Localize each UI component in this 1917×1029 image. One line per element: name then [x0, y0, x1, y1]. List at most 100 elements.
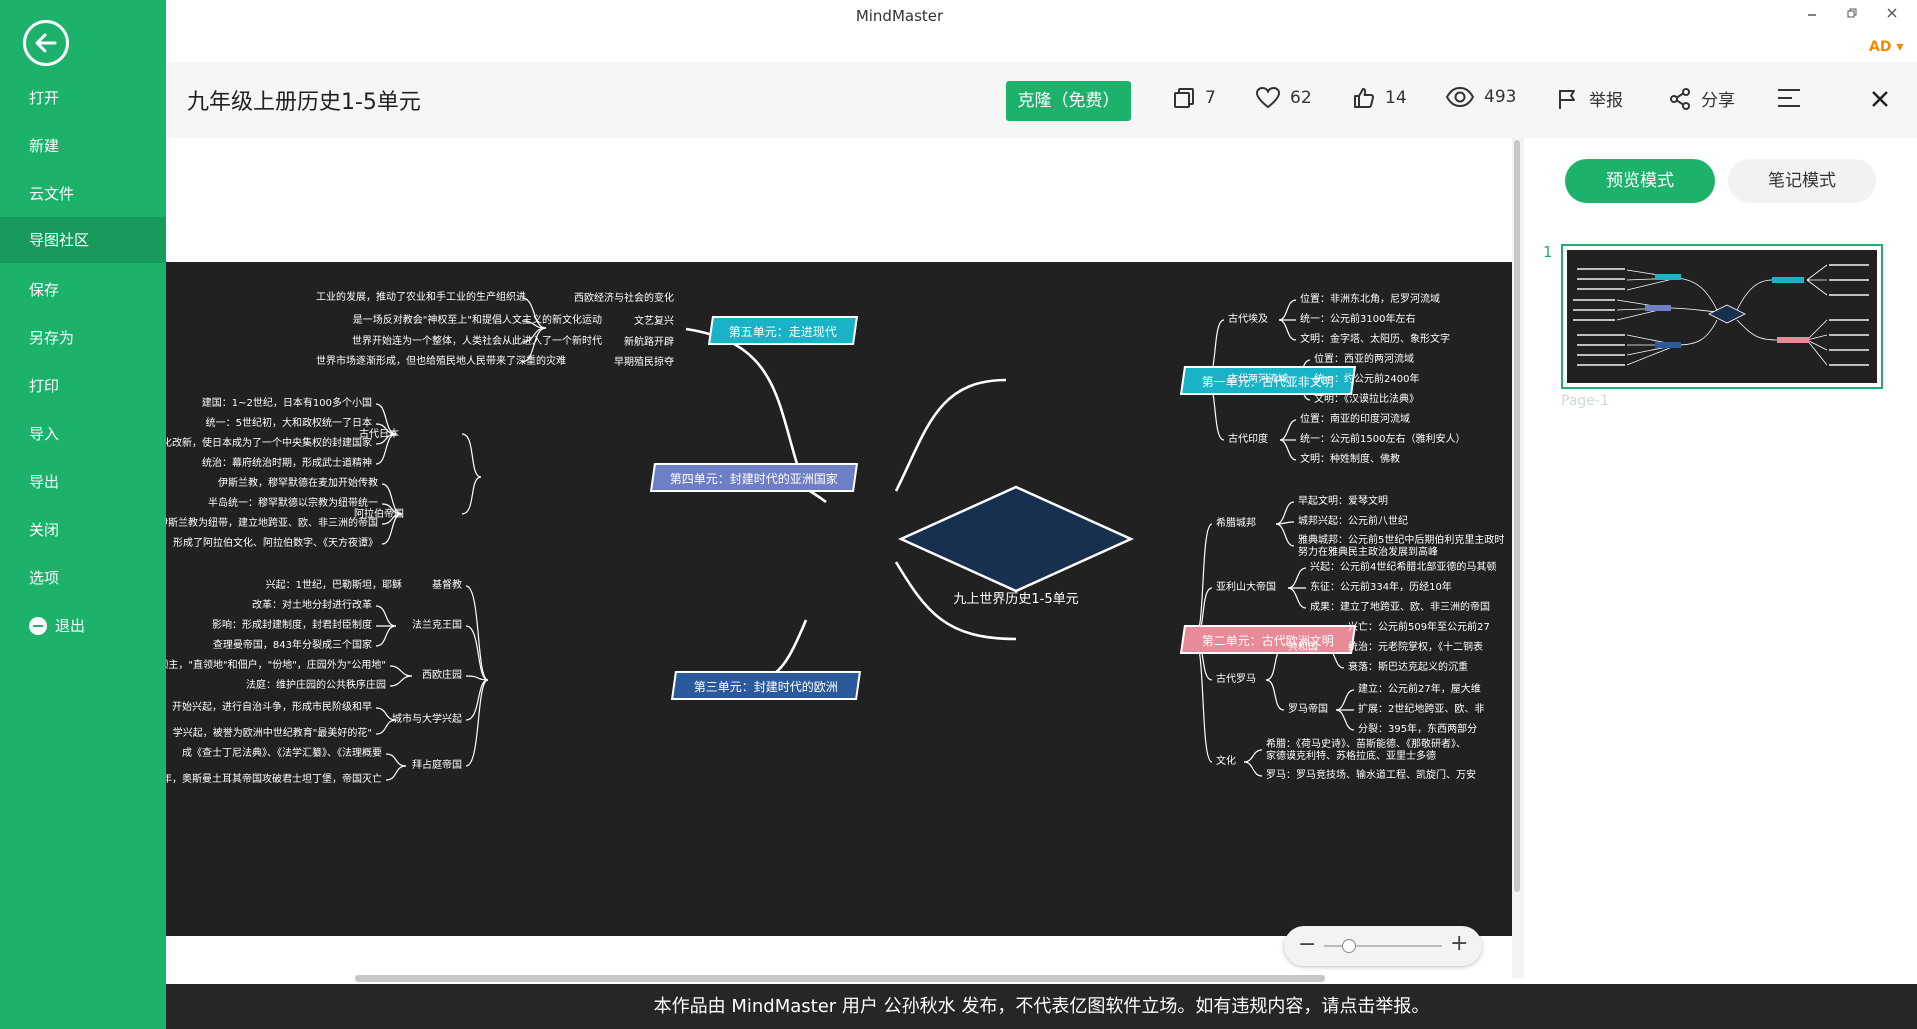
u3-byzantine-detail: 成《查士丁尼法典》、《法学汇纂》、《法理概要 — [182, 748, 382, 759]
page-thumbnail[interactable] — [1561, 244, 1883, 389]
likes-stat[interactable]: 14 — [1352, 86, 1407, 110]
views-stat[interactable]: 493 — [1445, 86, 1516, 108]
thumbs-up-icon — [1354, 88, 1375, 108]
window-close-button[interactable] — [1876, 4, 1908, 28]
ad-label: AD — [1869, 39, 1892, 55]
close-icon — [1872, 91, 1888, 107]
ad-badge[interactable]: AD ▾ — [1869, 39, 1903, 55]
restore-icon — [1847, 8, 1857, 18]
share-label: 分享 — [1701, 91, 1735, 111]
sidebar-item-export[interactable]: 导出 — [0, 459, 166, 505]
minimize-button[interactable] — [1796, 4, 1828, 28]
u1-india-detail: 统一：公元前1500左右（雅利安人） — [1300, 434, 1466, 445]
u4-arab-detail: 以伊斯兰教为纽带，建立地跨亚、欧、非三洲的帝国 — [166, 518, 378, 529]
views-count: 493 — [1484, 87, 1517, 107]
favorites-stat[interactable]: 62 — [1255, 86, 1312, 110]
u4-japan-detail: 统一：5世纪初，大和政权统一了日本 — [205, 418, 372, 429]
u5-colony-topic[interactable]: 早期殖民掠夺 — [614, 357, 674, 369]
sidebar: 打开 新建 云文件 导图社区 保存 另存为 打印 导入 导出 关闭 选项 退出 — [0, 0, 166, 1029]
center-topic[interactable]: 九上世界历史1-5单元 — [926, 588, 1106, 607]
u3-frank-topic[interactable]: 法兰克王国 — [412, 620, 462, 632]
u2-rome-topic[interactable]: 古代罗马 — [1216, 674, 1256, 686]
report-button[interactable]: 举报 — [1556, 86, 1623, 111]
unit4-topic[interactable]: 第四单元：封建时代的亚洲国家 — [649, 463, 859, 492]
u3-byzantine-topic[interactable]: 拜占庭帝国 — [412, 760, 462, 772]
close-document-button[interactable] — [1865, 84, 1895, 114]
u1-meso-topic[interactable]: 古代两河流域 — [1228, 374, 1288, 386]
u5-route-detail: 世界开始连为一个整体，人类社会从此进入了一个新时代 — [352, 336, 602, 347]
copies-count: 7 — [1205, 88, 1216, 108]
unit5-label: 第五单元：走进现代 — [728, 325, 837, 339]
u2-republic-detail: 统治：元老院掌权，《十二铜表 — [1348, 642, 1483, 653]
u3-city-topic[interactable]: 城市与大学兴起 — [392, 714, 462, 726]
sidebar-item-label: 退出 — [55, 617, 86, 635]
u4-japan-detail: 统治：幕府统治时期，形成武士道精神 — [202, 458, 372, 469]
u2-alex-detail: 东征：公元前334年，历经10年 — [1310, 582, 1452, 593]
u1-india-detail: 文明：种姓制度、佛教 — [1300, 454, 1400, 465]
notes-mode-button[interactable]: 笔记模式 — [1728, 159, 1876, 203]
sidebar-item-community[interactable]: 导图社区 — [0, 217, 166, 263]
copy-icon — [1174, 88, 1194, 108]
canvas-area[interactable]: 九上世界历史1-5单元 第五单元：走进现代 第四单元：封建时代的亚洲国家 第三单… — [166, 138, 1512, 978]
u2-alex-topic[interactable]: 亚利山大帝国 — [1216, 582, 1276, 594]
u5-renaissance-topic[interactable]: 文艺复兴 — [634, 316, 674, 328]
u4-arab-detail: 伊斯兰教，穆罕默德在麦加开始传教 — [218, 478, 378, 489]
sidebar-item-exit[interactable]: 退出 — [0, 603, 166, 649]
u2-empire-detail: 扩展：2世纪地跨亚、欧、非 — [1358, 704, 1485, 715]
sidebar-item-save[interactable]: 保存 — [0, 267, 166, 313]
u2-republic-topic[interactable]: 共和国 — [1288, 642, 1318, 654]
u3-christ-detail: 兴起：1世纪，巴勒斯坦，耶稣 — [265, 580, 402, 591]
app-title: MindMaster — [855, 7, 944, 25]
u2-empire-detail: 分裂：395年，东西两部分 — [1358, 724, 1478, 735]
sidebar-item-cloud-files[interactable]: 云文件 — [0, 171, 166, 217]
sidebar-item-save-as[interactable]: 另存为 — [0, 315, 166, 361]
footer-notice[interactable]: 本作品由 MindMaster 用户 公孙秋水 发布，不代表亿图软件立场。如有违… — [166, 984, 1917, 1029]
page-label: Page-1 — [1561, 393, 1609, 409]
u5-route-topic[interactable]: 新航路开辟 — [624, 337, 674, 349]
unit3-topic[interactable]: 第三单元：封建时代的欧洲 — [670, 671, 862, 700]
unit2-topic[interactable]: 第二单元：古代欧洲文明 — [1179, 625, 1357, 654]
share-button[interactable]: 分享 — [1668, 86, 1735, 111]
u3-christ-topic[interactable]: 基督教 — [432, 580, 462, 592]
u2-empire-detail: 建立：公元前27年，屋大维 — [1358, 684, 1481, 695]
u3-manor-topic[interactable]: 西欧庄园 — [422, 670, 462, 682]
horizontal-scroll-thumb[interactable] — [355, 975, 1325, 982]
clone-button[interactable]: 克隆（免费） — [1006, 81, 1131, 121]
u4-arab-detail: 形成了阿拉伯文化、阿拉伯数字、《天方夜谭》 — [173, 538, 378, 549]
zoom-in-button[interactable]: + — [1450, 932, 1468, 956]
zoom-control: − + — [1284, 926, 1482, 966]
title-bar: MindMaster — [166, 0, 1917, 32]
u1-meso-detail: 文明：《汉谟拉比法典》 — [1314, 394, 1419, 405]
u1-meso-detail: 位置：西亚的两河流域 — [1314, 354, 1414, 365]
u1-egypt-topic[interactable]: 古代埃及 — [1228, 314, 1268, 326]
sidebar-item-import[interactable]: 导入 — [0, 411, 166, 457]
back-button[interactable] — [23, 20, 69, 66]
u2-culture-topic[interactable]: 文化 — [1216, 756, 1236, 768]
vertical-scroll-thumb[interactable] — [1514, 140, 1520, 892]
thumbnail-preview — [1567, 250, 1877, 383]
u2-greece-topic[interactable]: 希腊城邦 — [1216, 518, 1256, 530]
document-header: 九年级上册历史1-5单元 克隆（免费） 7 62 14 493 举报 分享 — [166, 62, 1917, 138]
sidebar-item-print[interactable]: 打印 — [0, 363, 166, 409]
u3-frank-detail: 查理曼帝国，843年分裂成三个国家 — [212, 640, 372, 651]
sidebar-item-options[interactable]: 选项 — [0, 555, 166, 601]
menu-button[interactable] — [1776, 86, 1802, 110]
unit5-topic[interactable]: 第五单元：走进现代 — [707, 316, 859, 345]
u4-japan-detail: 大化改新，使日本成为了一个中央集权的封建国家 — [166, 438, 372, 449]
u1-india-topic[interactable]: 古代印度 — [1228, 434, 1268, 446]
document-title: 九年级上册历史1-5单元 — [187, 90, 421, 115]
u2-culture-detail: 家德谟克利特、苏格拉底、亚里士多德 — [1266, 751, 1436, 762]
u1-egypt-detail: 统一：公元前3100年左右 — [1300, 314, 1416, 325]
sidebar-item-open[interactable]: 打开 — [0, 75, 166, 121]
mindmap-canvas[interactable]: 九上世界历史1-5单元 第五单元：走进现代 第四单元：封建时代的亚洲国家 第三单… — [166, 262, 1512, 936]
zoom-slider-handle[interactable] — [1342, 939, 1356, 953]
sidebar-item-close[interactable]: 关闭 — [0, 507, 166, 553]
u2-empire-topic[interactable]: 罗马帝国 — [1288, 704, 1328, 716]
copies-stat[interactable]: 7 — [1172, 86, 1216, 110]
u5-west-topic[interactable]: 西欧经济与社会的变化 — [574, 293, 674, 305]
sidebar-item-new[interactable]: 新建 — [0, 123, 166, 169]
unit4-label: 第四单元：封建时代的亚洲国家 — [669, 472, 838, 486]
restore-button[interactable] — [1836, 4, 1868, 28]
preview-mode-button[interactable]: 预览模式 — [1565, 159, 1715, 203]
zoom-out-button[interactable]: − — [1298, 933, 1316, 957]
